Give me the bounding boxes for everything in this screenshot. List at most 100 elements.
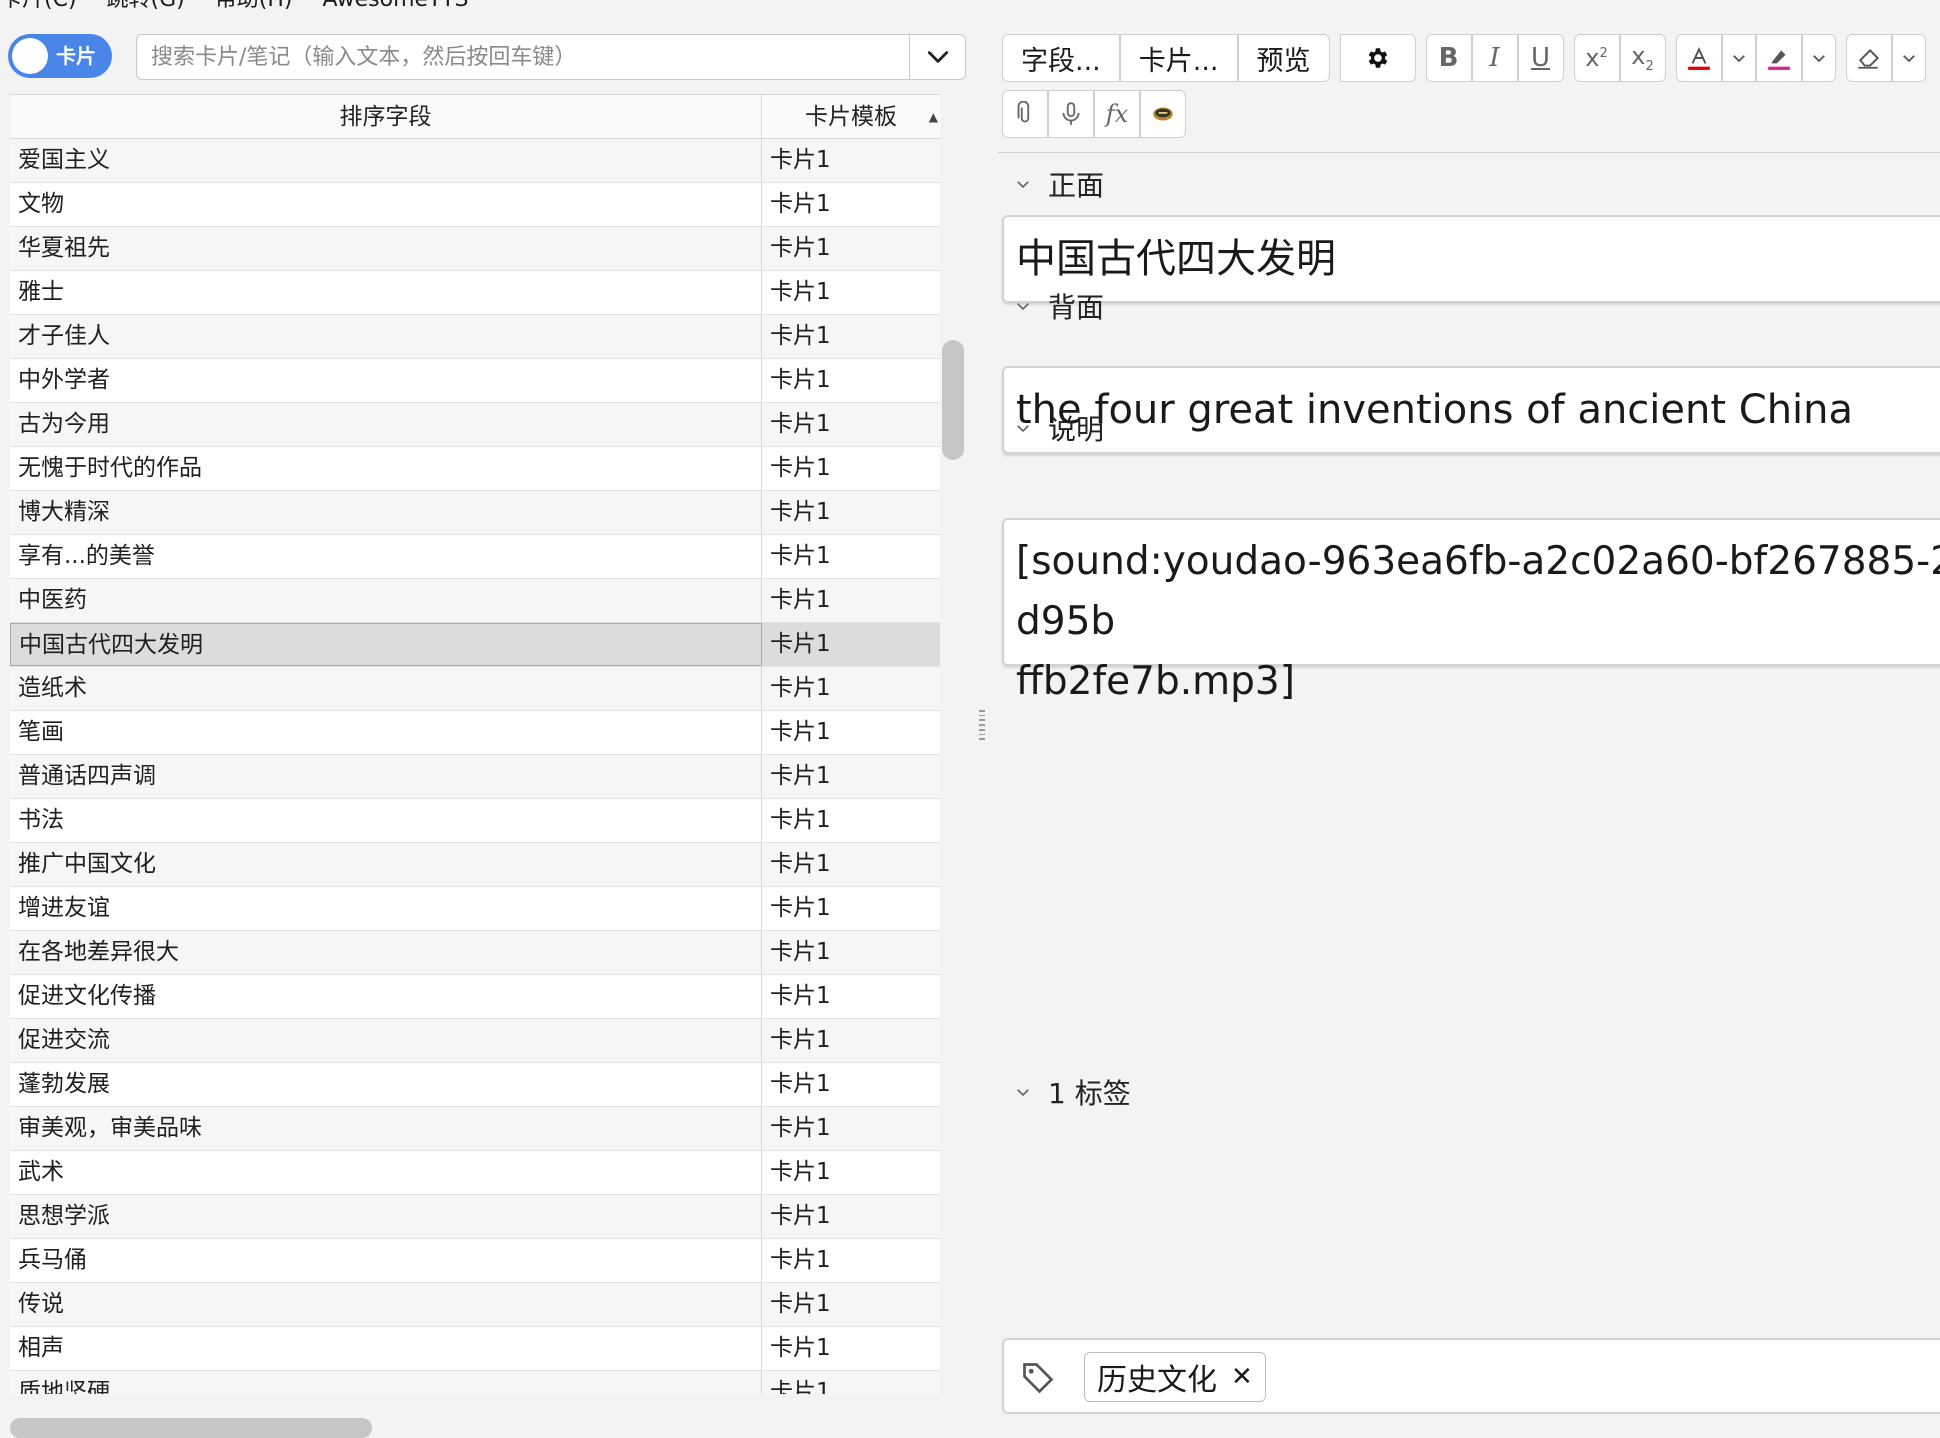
field-notes-editor[interactable]: [sound:youdao-963ea6fb-a2c02a60-bf267885… xyxy=(1002,518,1940,704)
table-row[interactable]: 笔画 卡片1 xyxy=(10,711,940,755)
cell-sort-field: 兵马俑 xyxy=(10,1239,762,1282)
table-row[interactable]: 享有...的美誉 卡片1 xyxy=(10,535,940,579)
table-row[interactable]: 质地坚硬 卡片1 xyxy=(10,1371,940,1394)
cell-sort-field: 普通话四声调 xyxy=(10,755,762,798)
table-row[interactable]: 武术 卡片1 xyxy=(10,1151,940,1195)
chevron-down-icon xyxy=(1812,55,1825,63)
table-row[interactable]: 促进文化传播 卡片1 xyxy=(10,975,940,1019)
gear-icon xyxy=(1368,48,1387,68)
subscript-icon: x2 xyxy=(1631,42,1654,74)
cell-sort-field: 才子佳人 xyxy=(10,315,762,358)
menu-awesometts[interactable]: AwesomeTTS xyxy=(322,0,468,20)
column-header-card-template[interactable]: 卡片模板 ▲ xyxy=(762,95,940,139)
awesometts-button[interactable] xyxy=(1140,90,1186,138)
cards-button[interactable]: 卡片... xyxy=(1119,34,1238,82)
cell-sort-field: 古为今用 xyxy=(10,403,762,446)
cell-sort-field: 中国古代四大发明 xyxy=(10,623,762,666)
menu-help[interactable]: 帮助(H) xyxy=(215,0,293,20)
search-history-dropdown[interactable] xyxy=(909,35,965,79)
tags-label[interactable]: 1 标签 xyxy=(1014,1072,1131,1112)
cell-sort-field: 促进交流 xyxy=(10,1019,762,1062)
table-row[interactable]: 博大精深 卡片1 xyxy=(10,491,940,535)
field-label-back[interactable]: 背面 xyxy=(1014,286,1104,326)
cell-sort-field: 中医药 xyxy=(10,579,762,622)
superscript-button[interactable]: x2 xyxy=(1573,34,1620,82)
table-row[interactable]: 普通话四声调 卡片1 xyxy=(10,755,940,799)
record-audio-button[interactable] xyxy=(1048,90,1094,138)
text-color-dropdown[interactable] xyxy=(1721,34,1756,82)
cell-card-template: 卡片1 xyxy=(770,1071,831,1097)
table-row[interactable]: 思想学派 卡片1 xyxy=(10,1195,940,1239)
table-row[interactable]: 中外学者 卡片1 xyxy=(10,359,940,403)
tag-chip[interactable]: 历史文化 ✕ xyxy=(1084,1352,1266,1402)
field-back-editor[interactable]: the four great inventions of ancient Chi… xyxy=(1002,366,1940,454)
table-row[interactable]: 促进交流 卡片1 xyxy=(10,1019,940,1063)
cell-sort-field: 笔画 xyxy=(10,711,762,754)
table-row[interactable]: 书法 卡片1 xyxy=(10,799,940,843)
cell-sort-field: 武术 xyxy=(10,1151,762,1194)
text-color-button[interactable] xyxy=(1675,34,1722,82)
table-row[interactable]: 在各地差异很大 卡片1 xyxy=(10,931,940,975)
close-icon[interactable]: ✕ xyxy=(1231,1362,1253,1392)
table-row[interactable]: 中国古代四大发明 卡片1 xyxy=(10,623,940,667)
browser-pane: 卡片 排序字段 卡片模板 ▲ 爱国主义卡片1文物卡片1华夏祖先卡片1雅士卡片1才… xyxy=(0,28,970,1438)
cards-notes-toggle[interactable]: 卡片 xyxy=(8,34,112,78)
table-row[interactable]: 传说 卡片1 xyxy=(10,1283,940,1327)
table-row[interactable]: 雅士 卡片1 xyxy=(10,271,940,315)
text-color-icon xyxy=(1687,47,1710,70)
table-row[interactable]: 兵马俑 卡片1 xyxy=(10,1239,940,1283)
bold-button[interactable]: B xyxy=(1425,34,1472,82)
column-header-sort-field[interactable]: 排序字段 xyxy=(10,95,762,139)
cell-card-template: 卡片1 xyxy=(770,939,831,965)
menu-bar: 卡片(C) 跳转(G) 帮助(H) AwesomeTTS xyxy=(0,0,1940,20)
attach-button[interactable] xyxy=(1002,90,1048,138)
cell-sort-field: 雅士 xyxy=(10,271,762,314)
chevron-down-icon xyxy=(1732,55,1745,63)
mathjax-button[interactable]: fx xyxy=(1094,90,1140,138)
table-row[interactable]: 古为今用 卡片1 xyxy=(10,403,940,447)
highlight-color-dropdown[interactable] xyxy=(1801,34,1836,82)
table-row[interactable]: 无愧于时代的作品 卡片1 xyxy=(10,447,940,491)
table-row[interactable]: 中医药 卡片1 xyxy=(10,579,940,623)
chevron-down-icon xyxy=(1017,1089,1029,1097)
clear-formatting-button[interactable] xyxy=(1845,34,1892,82)
table-row[interactable]: 增进友谊 卡片1 xyxy=(10,887,940,931)
cell-sort-field: 相声 xyxy=(10,1327,762,1370)
table-row[interactable]: 推广中国文化 卡片1 xyxy=(10,843,940,887)
settings-button[interactable] xyxy=(1339,34,1416,82)
underline-button[interactable]: U xyxy=(1517,34,1564,82)
cell-sort-field: 造纸术 xyxy=(10,667,762,710)
subscript-button[interactable]: x2 xyxy=(1619,34,1666,82)
table-row[interactable]: 文物 卡片1 xyxy=(10,183,940,227)
field-label-notes[interactable]: 说明 xyxy=(1014,408,1104,448)
table-row[interactable]: 爱国主义 卡片1 xyxy=(10,139,940,183)
highlighter-icon xyxy=(1767,50,1790,70)
table-row[interactable]: 相声 卡片1 xyxy=(10,1327,940,1371)
fields-button[interactable]: 字段... xyxy=(1002,34,1120,82)
preview-button[interactable]: 预览 xyxy=(1237,34,1330,82)
table-row[interactable]: 蓬勃发展 卡片1 xyxy=(10,1063,940,1107)
cell-card-template: 卡片1 xyxy=(770,235,831,261)
table-row[interactable]: 审美观，审美品味 卡片1 xyxy=(10,1107,940,1151)
highlight-color-button[interactable] xyxy=(1755,34,1802,82)
notetype-button-group: 字段... 卡片... 预览 xyxy=(1002,34,1330,82)
table-row[interactable]: 造纸术 卡片1 xyxy=(10,667,940,711)
table-row[interactable]: 华夏祖先 卡片1 xyxy=(10,227,940,271)
italic-button[interactable]: I xyxy=(1471,34,1518,82)
table-row[interactable]: 才子佳人 卡片1 xyxy=(10,315,940,359)
cell-card-template: 卡片1 xyxy=(770,411,831,437)
vertical-scrollbar[interactable] xyxy=(942,340,964,460)
menu-card[interactable]: 卡片(C) xyxy=(0,0,77,20)
clear-formatting-dropdown[interactable] xyxy=(1891,34,1926,82)
tag-icon xyxy=(1023,1363,1054,1394)
editor-pane: 字段... 卡片... 预览 B I U x2 x2 fx 正面 中国古代四大发… xyxy=(998,28,1940,1414)
field-label-front[interactable]: 正面 xyxy=(1014,164,1104,204)
search-input[interactable] xyxy=(151,35,891,79)
horizontal-scrollbar[interactable] xyxy=(10,1418,372,1438)
pane-splitter[interactable] xyxy=(977,710,987,741)
tag-editor[interactable]: 历史文化 ✕ xyxy=(1002,1338,1940,1414)
cell-card-template: 卡片1 xyxy=(770,1379,831,1394)
menu-go[interactable]: 跳转(G) xyxy=(107,0,185,20)
field-front-editor[interactable]: 中国古代四大发明 xyxy=(1002,215,1940,303)
field-label-text: 说明 xyxy=(1048,413,1105,446)
